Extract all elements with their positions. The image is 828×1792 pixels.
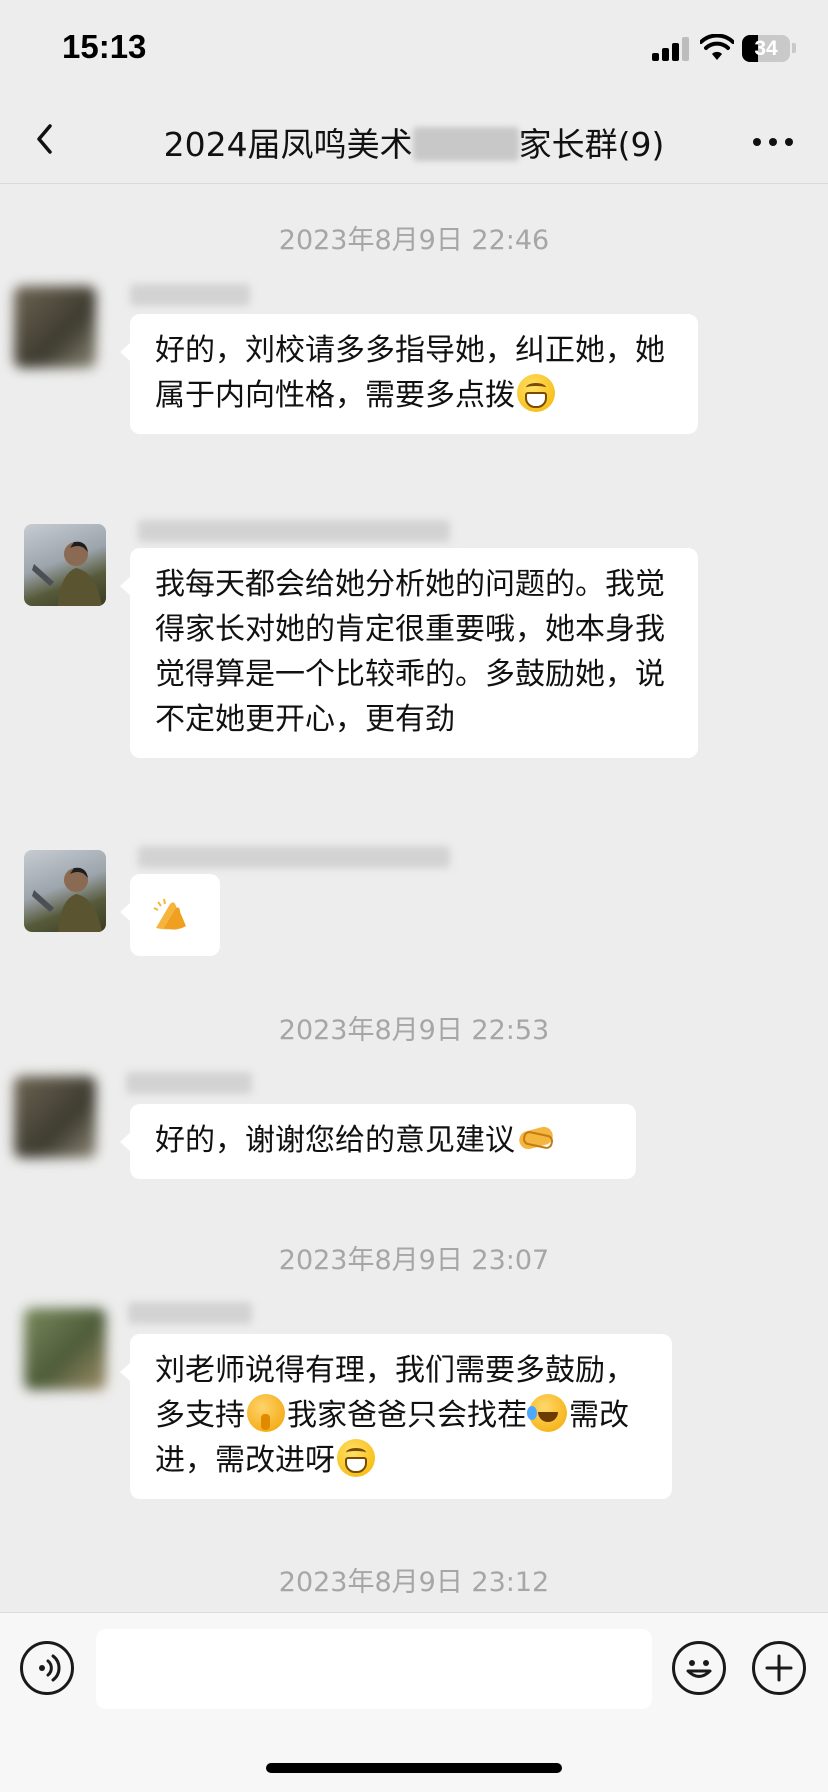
- avatar[interactable]: [14, 286, 96, 368]
- sender-name-redacted: [138, 520, 450, 542]
- message-text: 好的，谢谢您给的意见建议: [155, 1123, 515, 1158]
- message-input[interactable]: [96, 1629, 652, 1709]
- avatar[interactable]: [14, 1076, 96, 1158]
- person-photo: [32, 867, 102, 932]
- message-timestamp: 2023年8月9日 22:46: [278, 225, 550, 256]
- chevron-left-icon[interactable]: [22, 114, 72, 164]
- grinning-face-emoji: [517, 374, 555, 412]
- chat-bubble[interactable]: 我每天都会给她分析她的问题的。我觉得家长对她的肯定很重要哦，她本身我觉得算是一个…: [120, 548, 698, 758]
- sender-name-redacted: [126, 1072, 252, 1094]
- shushing-face-emoji: [247, 1394, 285, 1432]
- more-dots-icon[interactable]: [748, 116, 798, 166]
- chat-title-suffix: 家长群(9): [518, 125, 665, 164]
- chat-title: 2024届凤鸣美术 家长群(9): [120, 118, 708, 166]
- wifi-icon: [700, 34, 734, 60]
- message-text: 我每天都会给她分析她的问题的。我觉得家长对她的肯定很重要哦，她本身我觉得算是一个…: [155, 567, 665, 737]
- plus-icon[interactable]: [752, 1641, 806, 1695]
- sender-name-redacted: [138, 846, 450, 868]
- battery-icon: 34: [742, 35, 790, 62]
- sender-name-redacted: [130, 284, 250, 306]
- handshake-emoji: [517, 1119, 555, 1157]
- cellular-signal-icon: [652, 37, 690, 61]
- laughing-crying-emoji: [527, 1394, 567, 1432]
- chat-bubble[interactable]: 刘老师说得有理，我们需要多鼓励，多支持 我家爸爸只会找茬 需改进，需改进呀: [120, 1334, 672, 1499]
- battery-cap: [792, 43, 796, 53]
- chat-bubble[interactable]: 好的，刘校请多多指导她，纠正她，她属于内向性格，需要多点拨: [120, 314, 698, 434]
- status-bar: 15:13 34: [0, 0, 828, 96]
- clapping-hands-emoji: [153, 898, 186, 930]
- avatar[interactable]: [24, 524, 106, 606]
- avatar[interactable]: [24, 850, 106, 932]
- avatar[interactable]: [24, 1308, 106, 1390]
- status-time: 15:13: [62, 28, 147, 65]
- message-text: 好的，刘校请多多指导她，纠正她，她属于内向性格，需要多点拨: [155, 333, 665, 413]
- chat-bubble[interactable]: 好的，谢谢您给的意见建议: [120, 1104, 636, 1179]
- person-photo: [32, 541, 102, 606]
- voice-icon[interactable]: [20, 1641, 74, 1695]
- emoji-icon[interactable]: [672, 1641, 726, 1695]
- redacted-name: [412, 127, 519, 161]
- chat-title-prefix: 2024届凤鸣美术: [163, 125, 413, 164]
- message-timestamp: 2023年8月9日 23:07: [278, 1245, 550, 1276]
- nav-bar: 2024届凤鸣美术 家长群(9): [0, 96, 828, 184]
- message-timestamp: 2023年8月9日 22:53: [278, 1015, 550, 1046]
- grinning-face-emoji: [337, 1439, 375, 1477]
- chat-bubble[interactable]: [120, 874, 220, 956]
- home-indicator[interactable]: [266, 1763, 562, 1773]
- message-text: 我家爸爸只会找茬: [287, 1398, 527, 1433]
- sender-name-redacted: [128, 1302, 252, 1324]
- battery-level: 34: [754, 37, 778, 60]
- message-timestamp: 2023年8月9日 23:12: [278, 1567, 550, 1598]
